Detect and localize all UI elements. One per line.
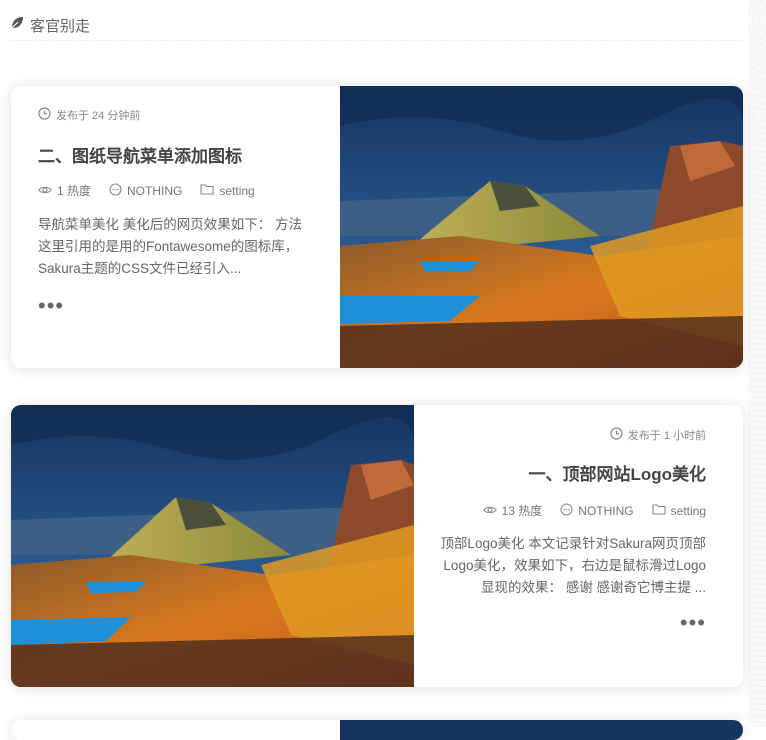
read-more-button[interactable]: •••: [680, 612, 706, 634]
comment-icon: [560, 502, 573, 519]
section-header: 客官别走: [10, 10, 742, 41]
background-pattern: [748, 0, 766, 727]
post-info: 发布于 1 小时前 一、顶部网站Logo美化 13 热度 NOTHING set…: [426, 405, 706, 687]
eye-icon: [482, 504, 497, 518]
views-count: 13 热度: [501, 504, 543, 518]
leaf-icon: [10, 16, 24, 35]
post-thumbnail[interactable]: [340, 720, 743, 740]
post-card[interactable]: 发布于 1 小时前 一、顶部网站Logo美化 13 热度 NOTHING set…: [11, 405, 743, 687]
read-more-button[interactable]: •••: [38, 295, 64, 317]
post-card-partial[interactable]: [11, 720, 743, 740]
post-title[interactable]: 二、图纸导航菜单添加图标: [38, 142, 242, 167]
comments-link[interactable]: NOTHING: [127, 184, 182, 198]
post-thumbnail[interactable]: [11, 405, 414, 687]
post-excerpt: 导航菜单美化 美化后的网页效果如下： 方法 这里引用的是用的Fontawesom…: [38, 217, 303, 276]
clock-icon: [38, 107, 51, 123]
clock-icon: [610, 427, 623, 443]
post-date: 发布于 24 分钟前: [38, 107, 140, 123]
folder-icon: [652, 503, 666, 518]
section-title: 客官别走: [30, 17, 91, 35]
comment-icon: [109, 182, 122, 199]
post-card[interactable]: 发布于 24 分钟前 二、图纸导航菜单添加图标 1 热度 NOTHING set…: [11, 86, 743, 368]
post-date-text: 发布于 24 分钟前: [56, 110, 141, 122]
post-excerpt: 顶部Logo美化 本文记录针对Sakura网页顶部Logo美化，效果如下，右边是…: [440, 536, 706, 595]
post-meta: 13 热度 NOTHING setting: [482, 502, 706, 519]
post-date-text: 发布于 1 小时前: [627, 430, 706, 442]
post-thumbnail[interactable]: [340, 86, 743, 368]
post-info: 发布于 24 分钟前 二、图纸导航菜单添加图标 1 热度 NOTHING set…: [38, 86, 328, 368]
views-count: 1 热度: [57, 184, 92, 198]
comments-link[interactable]: NOTHING: [578, 504, 633, 518]
post-date: 发布于 1 小时前: [610, 427, 706, 443]
category-link[interactable]: setting: [219, 184, 254, 198]
eye-icon: [38, 184, 52, 198]
category-link[interactable]: setting: [671, 504, 706, 518]
folder-icon: [200, 183, 214, 198]
post-title[interactable]: 一、顶部网站Logo美化: [528, 460, 706, 485]
post-meta: 1 热度 NOTHING setting: [38, 182, 255, 199]
